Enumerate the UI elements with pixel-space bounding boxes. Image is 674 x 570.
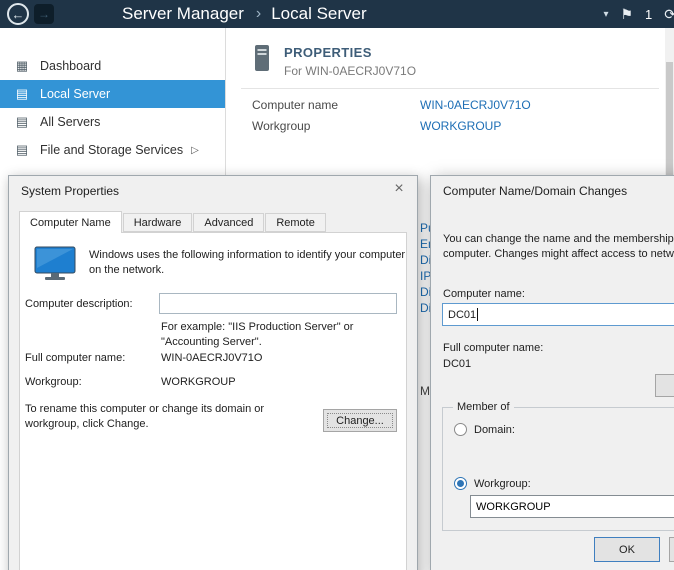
app-title: Server Manager <box>122 4 244 24</box>
full-computer-name-label: Full computer name: <box>25 352 125 364</box>
domain-radio[interactable] <box>454 423 467 436</box>
server-icon: ▤ <box>14 86 30 102</box>
workgroup-value: WORKGROUP <box>161 376 236 388</box>
notifications-flag-icon[interactable]: ⚑ <box>620 6 633 23</box>
tab-advanced[interactable]: Advanced <box>193 213 264 232</box>
sidebar-item-dashboard[interactable]: ▦ Dashboard <box>0 52 225 80</box>
dialog-title: Computer Name/Domain Changes <box>443 184 627 198</box>
back-button[interactable]: ← <box>7 3 29 25</box>
properties-title: PROPERTIES <box>284 45 372 60</box>
sidebar-item-local-server[interactable]: ▤ Local Server <box>0 80 225 108</box>
more-button[interactable] <box>655 374 674 397</box>
notification-count: 1 <box>645 7 652 22</box>
system-properties-dialog: System Properties × Computer Name Hardwa… <box>8 175 418 570</box>
member-of-label: Member of <box>453 401 514 413</box>
sidebar-item-label: All Servers <box>40 115 100 129</box>
domain-label: Domain: <box>474 424 515 436</box>
title-bar: ← → Server Manager › Local Server ▾ ⚑ 1 … <box>0 0 674 28</box>
intro-text-line2: computer. Changes might affect access to… <box>443 248 674 260</box>
domain-radio-row: Domain: <box>454 423 515 436</box>
description-example-text: For example: "IIS Production Server" or … <box>161 320 397 350</box>
full-computer-name-value: DC01 <box>443 358 471 370</box>
storage-icon: ▤ <box>14 142 30 158</box>
identify-info-text: Windows uses the following information t… <box>89 248 407 278</box>
intro-text-line1: You can change the name and the membersh… <box>443 233 674 245</box>
chevron-down-icon[interactable]: ▾ <box>603 9 608 20</box>
sidebar-item-all-servers[interactable]: ▤ All Servers <box>0 108 225 136</box>
workgroup-radio[interactable] <box>454 477 467 490</box>
computer-description-input[interactable] <box>159 293 397 314</box>
cancel-button-clipped[interactable] <box>669 537 674 562</box>
change-button[interactable]: Change... <box>323 409 397 432</box>
topbar-actions: ▾ ⚑ 1 ⟳ <box>603 6 674 23</box>
sidebar-item-file-storage-services[interactable]: ▤ File and Storage Services ▷ <box>0 136 225 164</box>
workgroup-radio-row: Workgroup: <box>454 477 531 490</box>
dialog-title: System Properties <box>21 184 119 198</box>
back-icon: ← <box>12 8 25 21</box>
full-computer-name-label: Full computer name: <box>443 342 543 354</box>
tab-page <box>19 232 407 570</box>
sidebar-item-label: Local Server <box>40 87 110 101</box>
workgroup-label: Workgroup: <box>474 478 531 490</box>
property-label-workgroup: Workgroup <box>252 119 310 133</box>
server-manager-window: ← → Server Manager › Local Server ▾ ⚑ 1 … <box>0 0 674 570</box>
computer-name-input-value: DC01 <box>448 309 476 321</box>
property-value-computer-name[interactable]: WIN-0AECRJ0V71O <box>420 98 531 112</box>
rename-hint-text: To rename this computer or change its do… <box>25 402 303 433</box>
refresh-icon[interactable]: ⟳ <box>664 6 674 23</box>
forward-icon: → <box>38 8 50 20</box>
breadcrumb-local-server[interactable]: Local Server <box>271 4 366 24</box>
close-icon[interactable]: × <box>389 180 409 198</box>
scrollbar-thumb[interactable] <box>666 62 673 192</box>
properties-subtitle: For WIN-0AECRJ0V71O <box>284 64 416 78</box>
divider <box>241 88 659 89</box>
full-computer-name-value: WIN-0AECRJ0V71O <box>161 352 262 364</box>
member-of-groupbox: Member of Domain: Workgroup: <box>442 407 674 531</box>
text-cursor <box>477 308 478 321</box>
sidebar-item-label: Dashboard <box>40 59 101 73</box>
workgroup-label: Workgroup: <box>25 376 82 388</box>
tab-computer-name[interactable]: Computer Name <box>19 211 122 233</box>
workgroup-input[interactable] <box>470 495 674 518</box>
expand-arrow-icon[interactable]: ▷ <box>191 145 199 156</box>
name-domain-changes-dialog: Computer Name/Domain Changes You can cha… <box>430 175 674 570</box>
forward-button[interactable]: → <box>34 4 54 24</box>
tab-hardware[interactable]: Hardware <box>123 213 193 232</box>
tab-remote[interactable]: Remote <box>265 213 326 232</box>
servers-icon: ▤ <box>14 114 30 130</box>
property-value-workgroup[interactable]: WORKGROUP <box>420 119 501 133</box>
computer-description-label: Computer description: <box>25 298 133 310</box>
breadcrumb-separator-icon: › <box>256 5 261 23</box>
property-label-computer-name: Computer name <box>252 98 338 112</box>
computer-name-input[interactable]: DC01 <box>442 303 674 326</box>
server-tower-icon <box>252 44 272 75</box>
ok-button[interactable]: OK <box>594 537 660 562</box>
dashboard-icon: ▦ <box>14 58 30 74</box>
tab-strip: Computer Name Hardware Advanced Remote <box>19 212 327 232</box>
sidebar-item-label: File and Storage Services <box>40 143 183 157</box>
monitor-icon <box>33 246 77 285</box>
computer-name-label: Computer name: <box>443 288 525 300</box>
